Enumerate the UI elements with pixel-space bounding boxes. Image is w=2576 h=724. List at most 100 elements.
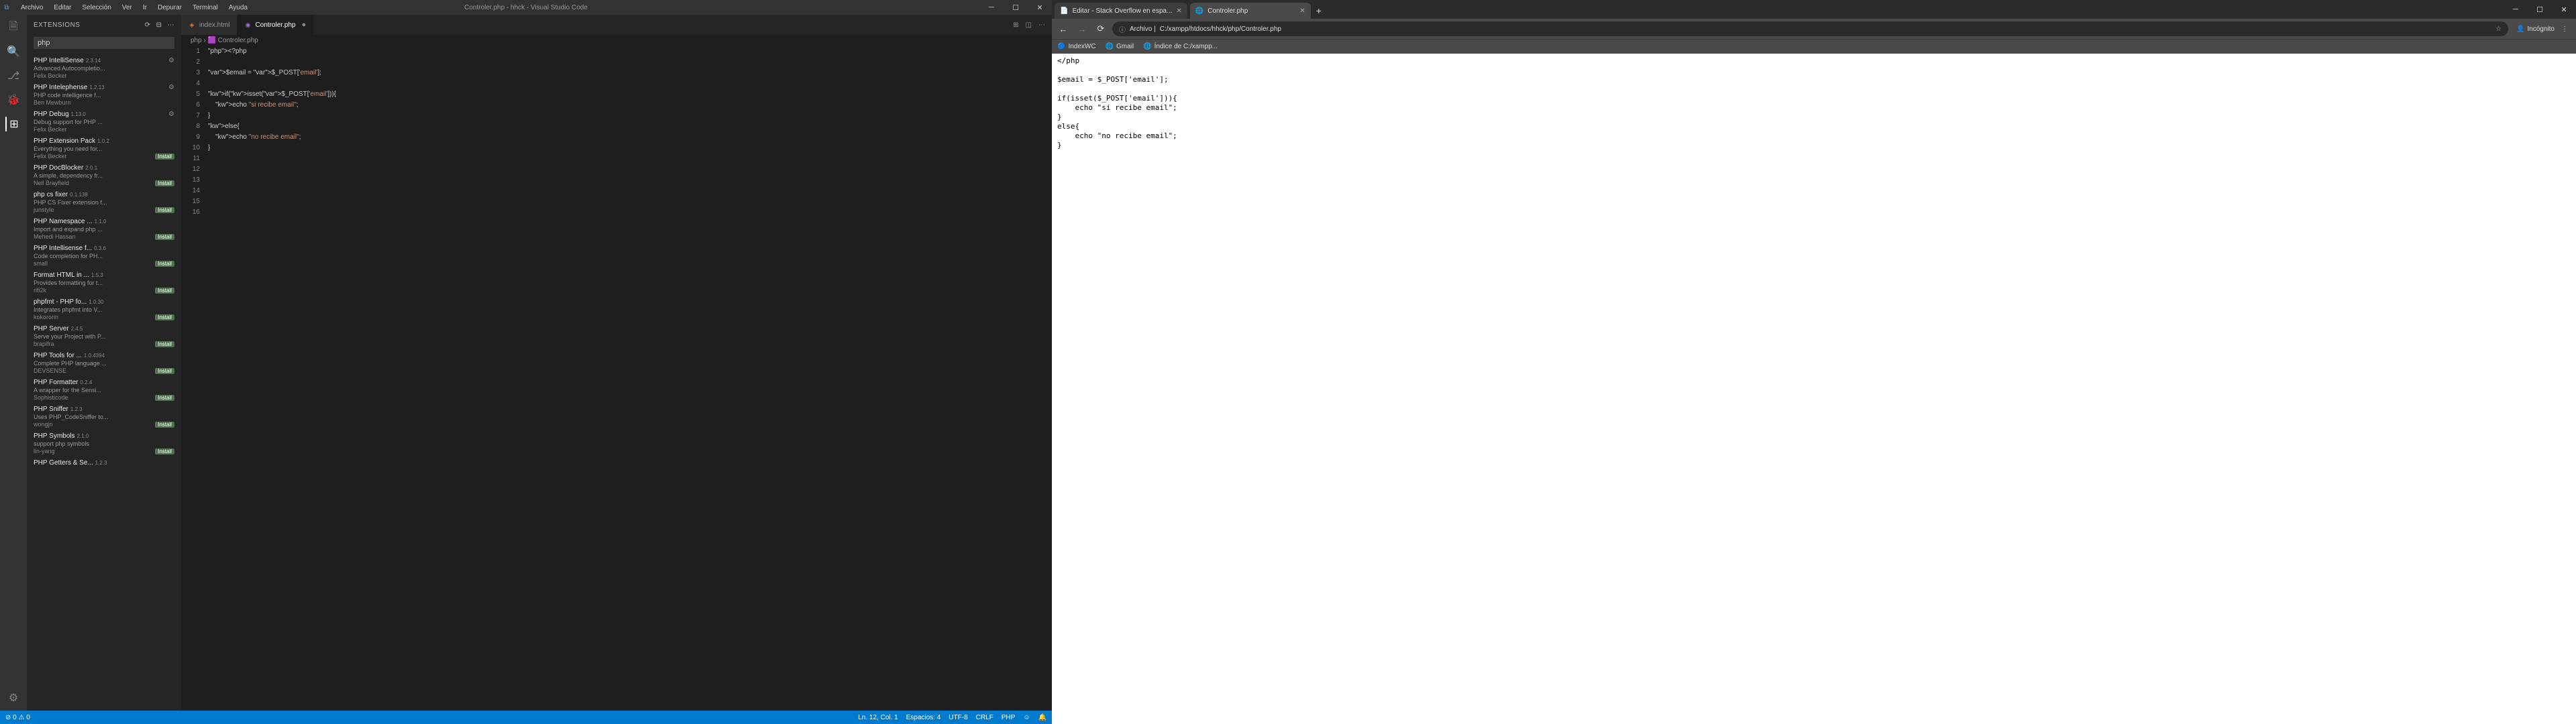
extension-item[interactable]: phpfmt - PHP fo...1.0.30 Integrates phpf… [27, 296, 181, 322]
tab-title: Editar - Stack Overflow en espa... [1072, 7, 1172, 15]
extension-item[interactable]: PHP IntelliSense2.3.14 Advanced Autocomp… [27, 54, 181, 81]
window-title: Controler.php - hhck - Visual Studio Cod… [464, 4, 588, 11]
compare-icon[interactable]: ◫ [1026, 21, 1032, 29]
close-button[interactable]: ✕ [2552, 0, 2576, 19]
maximize-button[interactable]: ☐ [2528, 0, 2552, 19]
bookmark-label: Índice de C:/xampp... [1155, 43, 1218, 50]
extension-search-input[interactable] [34, 37, 174, 49]
back-button[interactable]: ← [1056, 21, 1071, 36]
tab-controler-php[interactable]: ◉ Controler.php ● [237, 15, 314, 35]
menu-seleccion[interactable]: Selección [77, 2, 115, 13]
extension-item[interactable]: PHP Sniffer1.2.3 Uses PHP_CodeSniffer to… [27, 403, 181, 430]
search-icon[interactable]: 🔍 [6, 44, 21, 59]
browser-tabs: 📄 Editar - Stack Overflow en espa... ✕ 🌐… [1052, 0, 2576, 19]
debug-icon[interactable]: 🐞 [6, 93, 21, 107]
extension-item[interactable]: PHP Getters & Se...1.2.3 [27, 457, 181, 470]
close-button[interactable]: ✕ [1028, 0, 1052, 15]
menu-depurar[interactable]: Depurar [153, 2, 186, 13]
extension-item[interactable]: PHP Intelephense1.2.13 PHP code intellig… [27, 81, 181, 108]
extensions-list[interactable]: PHP IntelliSense2.3.14 Advanced Autocomp… [27, 54, 181, 711]
extension-item[interactable]: PHP Symbols2.1.0 support php symbolslin-… [27, 430, 181, 457]
more-icon[interactable]: ⋯ [168, 21, 175, 29]
window-controls: ─ ☐ ✕ [979, 0, 1052, 15]
bookmark-icon: 🌐 [1106, 43, 1114, 50]
line-gutter: 12345678910111213141516 [181, 46, 208, 711]
bookmark-gmail[interactable]: 🌐 Gmail [1106, 43, 1134, 50]
extension-item[interactable]: PHP DocBlocker2.0.1 A simple, dependency… [27, 162, 181, 188]
star-icon[interactable]: ☆ [2496, 25, 2502, 33]
info-icon[interactable]: ⓘ [1119, 24, 1126, 34]
extensions-icon[interactable]: ⊞ [5, 117, 20, 131]
bookmark-icon: 🔵 [1057, 43, 1065, 50]
menu-bar: Archivo Editar Selección Ver Ir Depurar … [13, 2, 252, 13]
status-bell[interactable]: 🔔 [1038, 714, 1046, 721]
extension-search [27, 35, 181, 54]
breadcrumb[interactable]: php › 🟪 Controler.php [181, 35, 1052, 46]
extension-item[interactable]: PHP Debug1.13.0 Debug support for PHP ..… [27, 108, 181, 135]
menu-ir[interactable]: Ir [138, 2, 152, 13]
reload-button[interactable]: ⟳ [1093, 21, 1108, 36]
settings-icon[interactable]: ⚙ [6, 690, 21, 705]
extension-item[interactable]: PHP Extension Pack1.0.2 Everything you n… [27, 135, 181, 162]
extension-item[interactable]: php cs fixer0.1.138 PHP CS Fixer extensi… [27, 188, 181, 215]
vscode-window: ⧉ Archivo Editar Selección Ver Ir Depura… [0, 0, 1052, 724]
status-encoding[interactable]: UTF-8 [949, 714, 967, 721]
favicon: 📄 [1060, 7, 1068, 15]
status-feedback[interactable]: ☺ [1023, 714, 1030, 721]
code-content[interactable]: "php"><?php "var">$email = "var">$_POST[… [208, 46, 1052, 711]
address-bar[interactable]: ⓘ Archivo | C:/xampp/htdocs/hhck/php/Con… [1112, 21, 2508, 36]
extension-item[interactable]: PHP Intellisense f...0.3.6 Code completi… [27, 242, 181, 269]
menu-archivo[interactable]: Archivo [16, 2, 48, 13]
tab-index-html[interactable]: ◈ index.html [181, 15, 237, 35]
menu-terminal[interactable]: Terminal [188, 2, 223, 13]
browser-page-content[interactable]: </php $email = $_POST['email']; if(isset… [1052, 54, 2576, 724]
split-icon[interactable]: ⊞ [1013, 21, 1018, 29]
tab-label: Controler.php [256, 21, 296, 29]
sidebar-header: EXTENSIONS ⟳ ⊟ ⋯ [27, 15, 181, 35]
browser-tab-controler[interactable]: 🌐 Controler.php ✕ [1190, 3, 1311, 19]
titlebar: ⧉ Archivo Editar Selección Ver Ir Depura… [0, 0, 1052, 15]
filter-icon[interactable]: ⟳ [145, 21, 151, 29]
incognito-badge[interactable]: 👤 Incógnito ⋮ [2512, 25, 2572, 33]
extension-item[interactable]: PHP Formatter0.2.4 A wrapper for the Sen… [27, 376, 181, 403]
minimize-button[interactable]: ─ [979, 0, 1004, 15]
code-editor[interactable]: 12345678910111213141516 "php"><?php "var… [181, 46, 1052, 711]
maximize-button[interactable]: ☐ [1004, 0, 1028, 15]
extension-item[interactable]: Format HTML in ...1.5.3 Provides formatt… [27, 269, 181, 296]
status-language[interactable]: PHP [1002, 714, 1016, 721]
explorer-icon[interactable]: 🗎 [6, 20, 21, 35]
sidebar-title: EXTENSIONS [34, 21, 80, 29]
tab-title: Controler.php [1208, 7, 1248, 15]
incognito-label: Incógnito [2527, 25, 2555, 33]
address-bar-row: ← → ⟳ ⓘ Archivo | C:/xampp/htdocs/hhck/p… [1052, 19, 2576, 39]
new-tab-button[interactable]: + [1311, 3, 1327, 19]
tab-label: index.html [199, 21, 230, 29]
php-icon: ◉ [244, 21, 252, 29]
status-eol[interactable]: CRLF [976, 714, 994, 721]
minimize-button[interactable]: ─ [2504, 0, 2528, 19]
menu-ayuda[interactable]: Ayuda [224, 2, 252, 13]
extension-item[interactable]: PHP Server2.4.5 Serve your Project with … [27, 322, 181, 349]
bookmark-indexwc[interactable]: 🔵 IndexWC [1057, 43, 1096, 50]
bookmarks-bar: 🔵 IndexWC 🌐 Gmail 🌐 Índice de C:/xampp..… [1052, 39, 2576, 54]
source-control-icon[interactable]: ⎇ [6, 68, 21, 83]
status-spaces[interactable]: Espacios: 4 [906, 714, 941, 721]
close-icon[interactable]: ✕ [1176, 7, 1181, 15]
close-icon[interactable]: ✕ [1299, 7, 1305, 15]
menu-editar[interactable]: Editar [49, 2, 76, 13]
extension-item[interactable]: PHP Namespace ...1.1.0 Import and expand… [27, 215, 181, 242]
bookmark-label: Gmail [1116, 43, 1134, 50]
clear-icon[interactable]: ⊟ [156, 21, 162, 29]
favicon: 🌐 [1195, 7, 1203, 15]
address-prefix: Archivo | [1130, 25, 1156, 33]
forward-button[interactable]: → [1075, 21, 1089, 36]
menu-ver[interactable]: Ver [117, 2, 137, 13]
close-icon[interactable]: ● [302, 21, 307, 29]
browser-tab-stackoverflow[interactable]: 📄 Editar - Stack Overflow en espa... ✕ [1055, 3, 1187, 19]
status-position[interactable]: Ln. 12, Col. 1 [858, 714, 898, 721]
activity-bar: 🗎 🔍 ⎇ 🐞 ⊞ ⚙ [0, 15, 27, 711]
more-icon[interactable]: ⋯ [1038, 21, 1045, 29]
bookmark-xampp-index[interactable]: 🌐 Índice de C:/xampp... [1143, 43, 1218, 50]
extension-item[interactable]: PHP Tools for ...1.0.4394 Complete PHP l… [27, 349, 181, 376]
status-problems[interactable]: ⊘ 0 ⚠ 0 [5, 714, 30, 721]
